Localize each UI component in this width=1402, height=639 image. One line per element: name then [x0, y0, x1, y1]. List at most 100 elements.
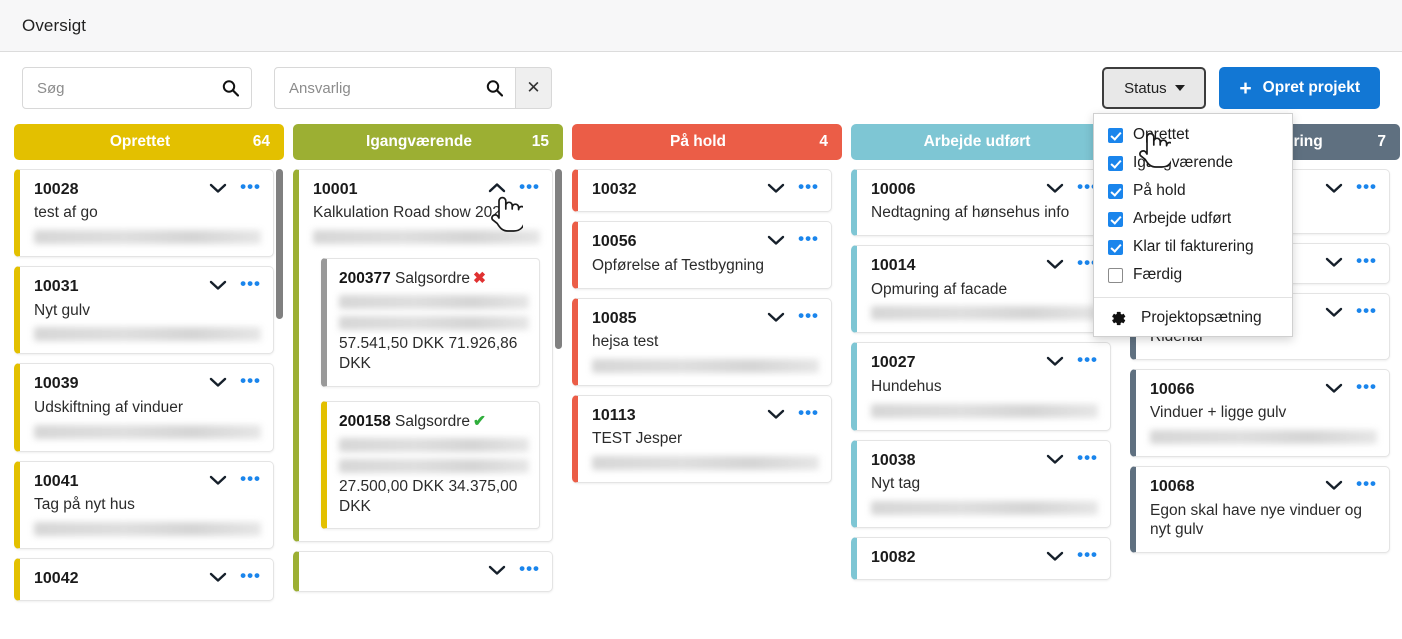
- status-menu-item-0[interactable]: Oprettet: [1094, 121, 1292, 149]
- column-header-oprettet[interactable]: Oprettet64: [14, 124, 284, 160]
- window-titlebar: Oversigt: [0, 0, 1402, 52]
- card-more-options-button[interactable]: •••: [1356, 478, 1377, 490]
- project-card[interactable]: 10085•••hejsa test: [572, 298, 832, 386]
- project-card[interactable]: 10006•••Nedtagning af hønsehus info: [851, 169, 1111, 236]
- chevron-down-icon[interactable]: [1324, 381, 1344, 397]
- card-more-options-button[interactable]: •••: [240, 570, 261, 582]
- chevron-down-icon[interactable]: [1045, 549, 1065, 565]
- responsible-field-wrapper[interactable]: [274, 67, 516, 109]
- responsible-input[interactable]: [275, 68, 515, 108]
- chevron-down-icon[interactable]: [1324, 305, 1344, 321]
- project-card[interactable]: •••: [293, 551, 553, 592]
- card-more-options-button[interactable]: •••: [1356, 181, 1377, 193]
- project-card-title: Hundehus: [871, 377, 1098, 397]
- card-more-options-button[interactable]: •••: [1356, 305, 1377, 317]
- column-header-paa_hold[interactable]: På hold4: [572, 124, 842, 160]
- status-menu-item-4[interactable]: Klar til fakturering: [1094, 233, 1292, 261]
- chevron-down-icon[interactable]: [1045, 452, 1065, 468]
- chevron-down-icon[interactable]: [208, 181, 228, 197]
- project-card[interactable]: 10038•••Nyt tag: [851, 440, 1111, 528]
- card-more-options-button[interactable]: •••: [1077, 354, 1098, 366]
- chevron-down-icon[interactable]: [1324, 478, 1344, 494]
- card-more-options-button[interactable]: •••: [1077, 549, 1098, 561]
- card-more-options-button[interactable]: •••: [1077, 452, 1098, 464]
- card-more-options-button[interactable]: •••: [798, 233, 819, 245]
- checkbox-checked[interactable]: [1108, 240, 1123, 255]
- project-card[interactable]: 10068•••Egon skal have nye vinduer og ny…: [1130, 466, 1390, 553]
- project-card[interactable]: 10031•••Nyt gulv: [14, 266, 274, 354]
- project-card[interactable]: 10042•••: [14, 558, 274, 601]
- project-card[interactable]: 10032•••: [572, 169, 832, 212]
- chevron-down-icon[interactable]: [208, 375, 228, 391]
- checkbox-unchecked[interactable]: [1108, 268, 1123, 283]
- scrollbar-thumb[interactable]: [276, 169, 283, 319]
- card-more-options-button[interactable]: •••: [519, 181, 540, 193]
- project-card[interactable]: 10039•••Udskiftning af vinduer: [14, 363, 274, 451]
- checkbox-checked[interactable]: [1108, 212, 1123, 227]
- chevron-down-icon[interactable]: [1045, 181, 1065, 197]
- chevron-down-icon[interactable]: [766, 310, 786, 326]
- project-card-header: 10014•••: [871, 257, 1098, 275]
- chevron-down-icon[interactable]: [208, 473, 228, 489]
- card-more-options-button[interactable]: •••: [1356, 255, 1377, 267]
- project-card-header: 10042•••: [34, 570, 261, 588]
- project-settings-menu-item[interactable]: Projektopsætning: [1094, 304, 1292, 332]
- clear-responsible-button[interactable]: ✕: [516, 67, 552, 109]
- column-header-count: 4: [810, 133, 828, 151]
- column-header-igangvaerende[interactable]: Igangværende15: [293, 124, 563, 160]
- card-more-options-button[interactable]: •••: [798, 310, 819, 322]
- checkbox-checked[interactable]: [1108, 184, 1123, 199]
- status-menu-item-2[interactable]: På hold: [1094, 177, 1292, 205]
- chevron-down-icon[interactable]: [1324, 255, 1344, 271]
- chevron-down-icon[interactable]: [766, 233, 786, 249]
- project-card[interactable]: 10027•••Hundehus: [851, 342, 1111, 430]
- redacted-text: [871, 501, 1098, 515]
- create-project-button[interactable]: + Opret projekt: [1219, 67, 1380, 109]
- card-more-options-button[interactable]: •••: [240, 473, 261, 485]
- card-more-options-button[interactable]: •••: [798, 181, 819, 193]
- chevron-down-icon[interactable]: [1045, 257, 1065, 273]
- card-more-options-button[interactable]: •••: [240, 278, 261, 290]
- chevron-down-icon[interactable]: [1324, 181, 1344, 197]
- card-more-options-button[interactable]: •••: [519, 563, 540, 575]
- project-card[interactable]: 10113•••TEST Jesper: [572, 395, 832, 483]
- status-menu-item-3[interactable]: Arbejde udført: [1094, 205, 1292, 233]
- project-subitem-card[interactable]: 200158 Salgsordre✔27.500,00 DKK 34.375,0…: [321, 401, 540, 529]
- card-more-options-button[interactable]: •••: [798, 407, 819, 419]
- chevron-down-icon[interactable]: [1045, 354, 1065, 370]
- checkbox-checked[interactable]: [1108, 128, 1123, 143]
- chevron-down-icon[interactable]: [208, 278, 228, 294]
- status-menu-item-5[interactable]: Færdig: [1094, 261, 1292, 289]
- search-field-wrapper[interactable]: [22, 67, 252, 109]
- column-header-arbejde_udfoert[interactable]: Arbejde udført6: [851, 124, 1121, 160]
- project-card[interactable]: 10041•••Tag på nyt hus: [14, 461, 274, 549]
- project-subitem-card[interactable]: 200377 Salgsordre✖57.541,50 DKK 71.926,8…: [321, 258, 540, 386]
- card-more-options-button[interactable]: •••: [240, 375, 261, 387]
- project-card-title: Tag på nyt hus: [34, 495, 261, 515]
- chevron-up-icon[interactable]: [487, 181, 507, 197]
- status-filter-button[interactable]: Status: [1102, 67, 1206, 109]
- chevron-down-icon[interactable]: [766, 181, 786, 197]
- card-more-options-button[interactable]: •••: [240, 181, 261, 193]
- checkbox-checked[interactable]: [1108, 156, 1123, 171]
- project-card-id: 10014: [871, 257, 1045, 275]
- project-card[interactable]: 10066•••Vinduer + ligge gulv: [1130, 369, 1390, 457]
- scrollbar-thumb[interactable]: [555, 169, 562, 349]
- project-card[interactable]: 10082•••: [851, 537, 1111, 580]
- card-more-options-button[interactable]: •••: [1356, 381, 1377, 393]
- responsible-filter-group: ✕: [274, 67, 552, 109]
- project-card[interactable]: 10001•••Kalkulation Road show 2024200377…: [293, 169, 553, 542]
- project-card[interactable]: 10028•••test af go: [14, 169, 274, 257]
- chevron-down-icon[interactable]: [766, 407, 786, 423]
- chevron-down-icon[interactable]: [208, 570, 228, 586]
- project-card[interactable]: 10056•••Opførelse af Testbygning: [572, 221, 832, 288]
- chevron-down-icon[interactable]: [487, 563, 507, 579]
- column-scrollbar[interactable]: [555, 169, 562, 639]
- subitem-type: Salgsordre: [395, 413, 470, 430]
- search-input[interactable]: [23, 68, 251, 108]
- create-project-label: Opret projekt: [1263, 79, 1360, 97]
- status-menu-item-1[interactable]: Igangværende: [1094, 149, 1292, 177]
- subitem-header: 200377 Salgsordre✖: [339, 269, 529, 288]
- project-card[interactable]: 10014•••Opmuring af facade: [851, 245, 1111, 333]
- column-scrollbar[interactable]: [276, 169, 283, 639]
